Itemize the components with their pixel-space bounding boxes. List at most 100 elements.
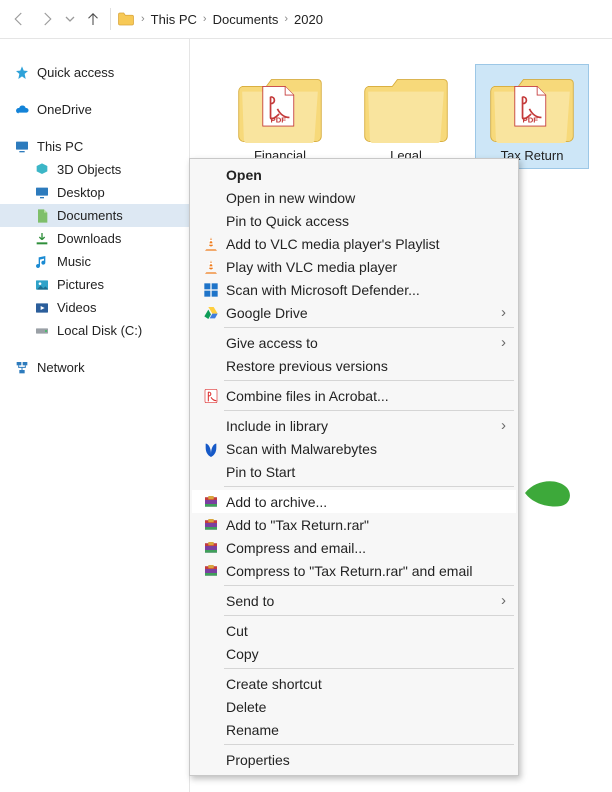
menu-item-add-rar[interactable]: Add to "Tax Return.rar" [192,513,516,536]
menu-item-open[interactable]: Open [192,163,516,186]
menu-item-add-archive[interactable]: Add to archive... [192,490,516,513]
sidebar-label: This PC [37,139,83,154]
acrobat-icon [200,387,222,405]
star-icon [14,65,30,81]
winrar-icon [200,493,222,511]
svg-text:PDF: PDF [523,116,539,125]
address-bar: › This PC › Documents › 2020 [0,0,612,38]
sidebar-label: Pictures [57,277,104,292]
folder-pdf-icon: PDF [489,71,575,143]
crumb-documents[interactable]: Documents [213,12,279,27]
menu-separator [224,615,514,616]
breadcrumb[interactable]: › This PC › Documents › 2020 [115,10,323,28]
desktop-icon [34,185,50,201]
sidebar-label: Quick access [37,65,114,80]
submenu-arrow-icon: › [501,334,506,351]
chevron-right-icon: › [203,13,207,25]
context-menu: Open Open in new window Pin to Quick acc… [189,158,519,776]
menu-separator [224,585,514,586]
menu-item-pin-quick-access[interactable]: Pin to Quick access [192,209,516,232]
menu-item-scan-malwarebytes[interactable]: Scan with Malwarebytes [192,437,516,460]
sidebar-item-network[interactable]: Network [0,356,189,379]
sidebar-item-downloads[interactable]: Downloads [0,227,189,250]
menu-item-include-library[interactable]: Include in library› [192,414,516,437]
forward-button[interactable] [34,6,60,32]
menu-item-cut[interactable]: Cut [192,619,516,642]
sidebar-label: Local Disk (C:) [57,323,142,338]
chevron-right-icon: › [141,13,145,25]
menu-item-create-shortcut[interactable]: Create shortcut [192,672,516,695]
sidebar-label: OneDrive [37,102,92,117]
menu-separator [224,410,514,411]
menu-item-compress-email[interactable]: Compress and email... [192,536,516,559]
sidebar-item-videos[interactable]: Videos [0,296,189,319]
menu-item-properties[interactable]: Properties [192,748,516,771]
menu-item-combine-acrobat[interactable]: Combine files in Acrobat... [192,384,516,407]
sidebar-item-pictures[interactable]: Pictures [0,273,189,296]
navigation-pane: Quick access OneDrive This PC 3D Objects… [0,39,190,792]
defender-icon [200,281,222,299]
sidebar-item-music[interactable]: Music [0,250,189,273]
chevron-right-icon: › [284,13,288,25]
sidebar-item-quick-access[interactable]: Quick access [0,61,189,84]
menu-separator [224,668,514,669]
folder-financial[interactable]: PDF Financial [224,65,336,168]
menu-item-scan-defender[interactable]: Scan with Microsoft Defender... [192,278,516,301]
menu-item-google-drive[interactable]: Google Drive › [192,301,516,324]
menu-item-restore-versions[interactable]: Restore previous versions [192,354,516,377]
sidebar-item-local-disk[interactable]: Local Disk (C:) [0,319,189,342]
crumb-this-pc[interactable]: This PC [151,12,197,27]
crumb-2020[interactable]: 2020 [294,12,323,27]
sidebar-label: Desktop [57,185,105,200]
menu-item-open-new-window[interactable]: Open in new window [192,186,516,209]
winrar-icon [200,516,222,534]
sidebar-item-desktop[interactable]: Desktop [0,181,189,204]
sidebar-label: 3D Objects [57,162,121,177]
sidebar-label: Downloads [57,231,121,246]
folder-tax-return[interactable]: PDF Tax Return [476,65,588,168]
network-icon [14,360,30,376]
folder-legal[interactable]: Legal [350,65,462,168]
svg-text:PDF: PDF [271,116,287,125]
submenu-arrow-icon: › [501,304,506,321]
menu-item-rename[interactable]: Rename [192,718,516,741]
menu-item-vlc-play[interactable]: Play with VLC media player [192,255,516,278]
menu-separator [224,380,514,381]
menu-item-send-to[interactable]: Send to› [192,589,516,612]
menu-item-vlc-add-playlist[interactable]: Add to VLC media player's Playlist [192,232,516,255]
sidebar-label: Documents [57,208,123,223]
sidebar-label: Music [57,254,91,269]
objects-icon [34,162,50,178]
submenu-arrow-icon: › [501,592,506,609]
menu-separator [224,327,514,328]
recent-locations-button[interactable] [62,6,78,32]
documents-icon [34,208,50,224]
google-drive-icon [200,304,222,322]
music-icon [34,254,50,270]
sidebar-item-documents[interactable]: Documents [0,204,189,227]
disk-icon [34,323,50,339]
menu-item-delete[interactable]: Delete [192,695,516,718]
menu-item-copy[interactable]: Copy [192,642,516,665]
winrar-icon [200,539,222,557]
up-button[interactable] [80,6,106,32]
menu-item-compress-rar-email[interactable]: Compress to "Tax Return.rar" and email [192,559,516,582]
folder-icon [363,71,449,143]
menu-separator [224,486,514,487]
vlc-icon [200,258,222,276]
winrar-icon [200,562,222,580]
malwarebytes-icon [200,440,222,458]
sidebar-label: Network [37,360,85,375]
pc-icon [14,139,30,155]
back-button[interactable] [6,6,32,32]
sidebar-item-3d-objects[interactable]: 3D Objects [0,158,189,181]
sidebar-item-this-pc[interactable]: This PC [0,135,189,158]
sidebar-item-onedrive[interactable]: OneDrive [0,98,189,121]
submenu-arrow-icon: › [501,417,506,434]
sidebar-label: Videos [57,300,97,315]
menu-separator [224,744,514,745]
menu-item-pin-start[interactable]: Pin to Start [192,460,516,483]
videos-icon [34,300,50,316]
downloads-icon [34,231,50,247]
menu-item-give-access[interactable]: Give access to› [192,331,516,354]
